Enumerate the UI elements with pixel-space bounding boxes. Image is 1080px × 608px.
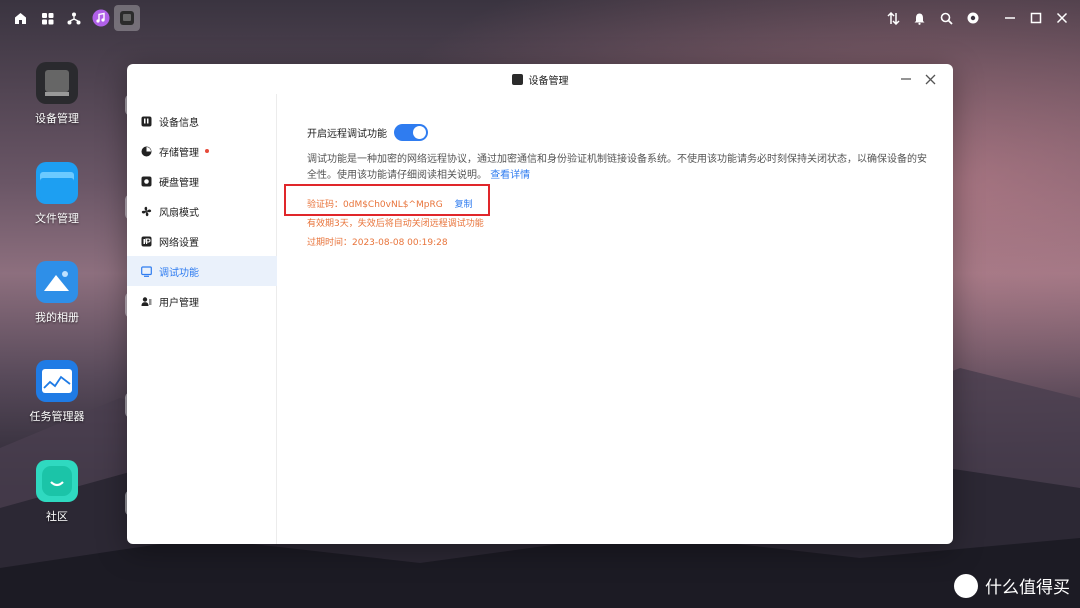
window-title: 设备管理: [528, 75, 569, 87]
device-manager-app-icon: [511, 73, 523, 85]
window-close-icon[interactable]: [921, 70, 939, 88]
photo-album-icon: [36, 261, 78, 303]
storage-icon: [141, 146, 152, 157]
minimize-icon[interactable]: [1000, 8, 1020, 28]
sidebar-item-label: 设备信息: [159, 117, 199, 129]
community-icon: [36, 460, 78, 502]
desktop-item-file-manager[interactable]: 文件管理: [20, 162, 94, 226]
desktop-item-label: 任务管理器: [29, 410, 85, 423]
sidebar: 设备信息 存储管理 硬盘管理 风扇模式 网络设置 调试功能 用户管理: [127, 94, 277, 544]
notification-bell-icon[interactable]: [909, 8, 929, 28]
debug-panel: 开启远程调试功能 调试功能是一种加密的网络远程协议，通过加密通信和身份验证机制链…: [278, 94, 953, 544]
sidebar-item-device-info[interactable]: 设备信息: [127, 106, 277, 136]
sidebar-item-users[interactable]: 用户管理: [127, 286, 277, 316]
sidebar-item-network[interactable]: 网络设置: [127, 226, 277, 256]
device-manager-window: 设备管理 设备信息 存储管理 硬盘管理 风扇模式 网络设置 调试功能 用户管理 …: [127, 64, 953, 544]
apps-grid-icon[interactable]: [37, 8, 57, 28]
alert-dot: [205, 149, 209, 153]
desktop-item-label: 社区: [46, 510, 68, 523]
task-manager-icon: [36, 360, 78, 402]
desktop-item-label: 我的相册: [35, 311, 79, 324]
network-topology-icon[interactable]: [64, 8, 84, 28]
folder-icon: [36, 162, 78, 204]
search-icon[interactable]: [936, 8, 956, 28]
sidebar-item-debug[interactable]: 调试功能: [127, 256, 277, 286]
sidebar-item-storage[interactable]: 存储管理: [127, 136, 277, 166]
sidebar-item-label: 硬盘管理: [159, 177, 199, 189]
remote-debug-label: 开启远程调试功能: [307, 129, 387, 140]
desktop-item-task-manager[interactable]: 任务管理器: [20, 360, 94, 424]
device-manager-icon: [36, 62, 78, 104]
sidebar-item-fan[interactable]: 风扇模式: [127, 196, 277, 226]
close-icon[interactable]: [1052, 8, 1072, 28]
music-app-icon[interactable]: [91, 8, 111, 28]
expire-time: 过期时间：2023-08-08 00:19:28: [307, 238, 448, 248]
taskbar: [0, 0, 1080, 36]
view-details-link[interactable]: 查看详情: [490, 170, 530, 181]
debug-icon: [141, 265, 152, 277]
validity-note: 有效期3天，失效后将自动关闭远程调试功能: [307, 219, 484, 229]
desktop-item-label: 文件管理: [35, 212, 79, 225]
sidebar-item-label: 用户管理: [159, 297, 199, 309]
watermark-logo: [954, 573, 978, 598]
sidebar-item-label: 调试功能: [159, 267, 199, 279]
device-manager-task-icon[interactable]: [114, 5, 140, 31]
sidebar-item-label: 风扇模式: [159, 207, 199, 219]
settings-gear-icon[interactable]: [963, 8, 983, 28]
users-icon: [141, 296, 152, 307]
fan-icon: [141, 206, 152, 217]
network-icon: [141, 236, 152, 247]
window-minimize-icon[interactable]: [897, 70, 915, 88]
desktop-item-device-manager[interactable]: 设备管理: [20, 62, 94, 126]
watermark: 什么值得买: [954, 573, 1070, 598]
debug-description: 调试功能是一种加密的网络远程协议，通过加密通信和身份验证机制链接设备系统。不使用…: [307, 152, 927, 184]
desktop-item-photo-album[interactable]: 我的相册: [20, 261, 94, 325]
debug-description-text: 调试功能是一种加密的网络远程协议，通过加密通信和身份验证机制链接设备系统。不使用…: [307, 154, 927, 181]
window-titlebar: 设备管理: [127, 64, 953, 94]
maximize-icon[interactable]: [1026, 8, 1046, 28]
remote-debug-toggle[interactable]: [394, 124, 428, 141]
desktop-item-community[interactable]: 社区: [20, 460, 94, 524]
sidebar-item-disk[interactable]: 硬盘管理: [127, 166, 277, 196]
watermark-text: 什么值得买: [985, 578, 1070, 598]
sidebar-item-label: 网络设置: [159, 237, 199, 249]
home-icon[interactable]: [10, 8, 30, 28]
desktop-item-label: 设备管理: [35, 112, 79, 125]
transfer-icon[interactable]: [883, 8, 903, 28]
highlight-box: [284, 184, 490, 216]
remote-debug-row: 开启远程调试功能: [307, 124, 428, 141]
sidebar-item-label: 存储管理: [159, 147, 199, 159]
device-info-icon: [141, 116, 152, 127]
disk-icon: [141, 176, 152, 187]
